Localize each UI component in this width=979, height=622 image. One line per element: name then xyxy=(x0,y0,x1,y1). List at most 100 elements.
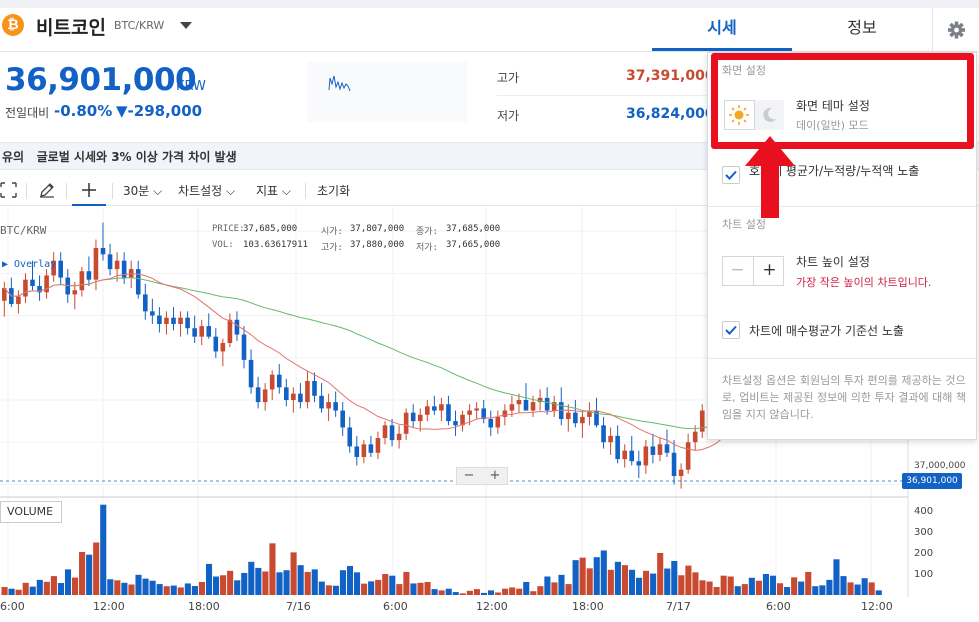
volume-label: VOLUME xyxy=(0,501,62,523)
candle-body xyxy=(347,427,353,447)
info-vol: 103.63617911 xyxy=(243,240,309,250)
volume-bar xyxy=(276,572,283,595)
volume-bar xyxy=(727,576,734,595)
chart-pair-label: BTC/KRW xyxy=(0,224,47,237)
zoom-out-button[interactable]: − xyxy=(457,467,481,485)
avg-buy-line-checkbox[interactable] xyxy=(722,321,740,339)
volume-bar xyxy=(304,571,311,595)
reset-button[interactable]: 초기화 xyxy=(317,182,350,199)
volume-bar xyxy=(628,569,636,595)
volume-bar xyxy=(854,584,861,595)
candle-body xyxy=(143,294,148,312)
volume-bar xyxy=(586,568,593,595)
fullscreen-icon[interactable] xyxy=(0,182,18,198)
candle-body xyxy=(248,359,254,388)
mini-chart xyxy=(307,62,467,122)
height-decrease-button[interactable]: − xyxy=(722,256,753,286)
candle-body xyxy=(291,393,296,400)
volume-bar xyxy=(93,542,100,595)
volume-bar xyxy=(135,574,142,595)
volume-bar xyxy=(403,571,410,595)
zoom-in-button[interactable]: + xyxy=(483,467,507,485)
volume-bar xyxy=(1,587,8,595)
chart-settings-dropdown[interactable]: 차트설정 ⌵ xyxy=(178,182,235,199)
candle-body xyxy=(58,260,63,278)
candle-body xyxy=(643,446,649,466)
pencil-icon[interactable] xyxy=(38,181,56,199)
candle-body xyxy=(439,404,444,411)
orderbook-option-checkbox[interactable] xyxy=(722,166,740,184)
chart-settings-heading: 차트 설정 xyxy=(722,218,766,231)
volume-bar xyxy=(198,581,205,595)
time-axis-tick: 6:00 xyxy=(0,600,25,613)
volume-bar xyxy=(332,585,339,595)
volume-bar xyxy=(812,586,819,595)
volume-bar xyxy=(382,574,389,595)
time-axis-tick: 7/17 xyxy=(666,600,691,613)
volume-bar xyxy=(128,584,135,595)
volume-bar xyxy=(748,577,755,595)
candle-body xyxy=(164,317,169,324)
volume-bar xyxy=(100,504,107,595)
candle-body xyxy=(227,319,233,343)
candle-body xyxy=(530,402,536,411)
crosshair-icon[interactable] xyxy=(80,181,98,199)
candle-body xyxy=(403,412,409,434)
volume-bar xyxy=(530,591,537,595)
candle-body xyxy=(30,279,35,286)
coin-name: 비트코인 xyxy=(36,17,106,39)
candle-body xyxy=(220,343,226,352)
info-open-label: 시가: xyxy=(321,227,343,237)
info-vol-label: VOL: xyxy=(212,240,234,250)
info-price-label: PRICE: xyxy=(212,224,245,234)
info-price: 37,685,000 xyxy=(243,224,298,234)
toolbar-divider xyxy=(305,183,306,199)
candle-body xyxy=(333,402,338,411)
tab-price[interactable]: 시세 xyxy=(652,8,792,51)
volume-bar xyxy=(495,592,502,595)
indicators-dropdown[interactable]: 지표 ⌵ xyxy=(256,182,291,199)
height-increase-button[interactable]: + xyxy=(754,256,785,286)
volume-bar xyxy=(57,583,64,595)
candle-body xyxy=(107,254,113,270)
candle-body xyxy=(573,412,578,424)
volume-bar xyxy=(657,553,664,595)
time-axis-tick: 18:00 xyxy=(188,600,220,613)
coin-select-caret-icon[interactable] xyxy=(180,22,192,29)
volume-bar xyxy=(389,575,396,595)
volume-bar xyxy=(184,583,191,595)
volume-bar xyxy=(86,554,93,595)
toolbar-divider xyxy=(66,183,67,199)
candle-body xyxy=(417,414,423,422)
volume-axis-tick: 200 xyxy=(914,548,934,559)
volume-bar xyxy=(452,592,459,595)
divider xyxy=(497,95,707,96)
change-amount: ▼-298,000 xyxy=(116,102,203,120)
settings-button[interactable] xyxy=(932,8,979,52)
price-axis-label: 37,000,000 xyxy=(914,461,966,471)
candle-body xyxy=(326,402,331,409)
candle-body xyxy=(79,271,85,291)
volume-bar xyxy=(325,585,332,595)
volume-bar xyxy=(861,578,868,595)
crosshair-underline xyxy=(72,204,106,206)
info-high: 37,880,000 xyxy=(350,240,405,250)
candle-body xyxy=(657,444,663,455)
high-value: 37,391,000 xyxy=(626,68,715,84)
volume-bar xyxy=(509,587,516,595)
candle-body xyxy=(199,326,204,337)
volume-bar xyxy=(36,579,43,595)
time-axis-tick: 12:00 xyxy=(476,600,508,613)
volume-bar xyxy=(741,584,748,595)
candle-body xyxy=(354,446,360,457)
tab-info[interactable]: 정보 xyxy=(792,8,932,51)
volume-bar xyxy=(107,579,114,595)
overlay-toggle[interactable]: ▶ Overlay xyxy=(2,259,56,270)
volume-bar xyxy=(283,570,290,595)
candle-body xyxy=(608,435,613,443)
candle-body xyxy=(206,326,212,337)
interval-dropdown[interactable]: 30분 ⌵ xyxy=(123,182,162,199)
volume-bar xyxy=(170,585,177,595)
volume-bar xyxy=(480,592,487,595)
volume-bar xyxy=(544,576,551,595)
